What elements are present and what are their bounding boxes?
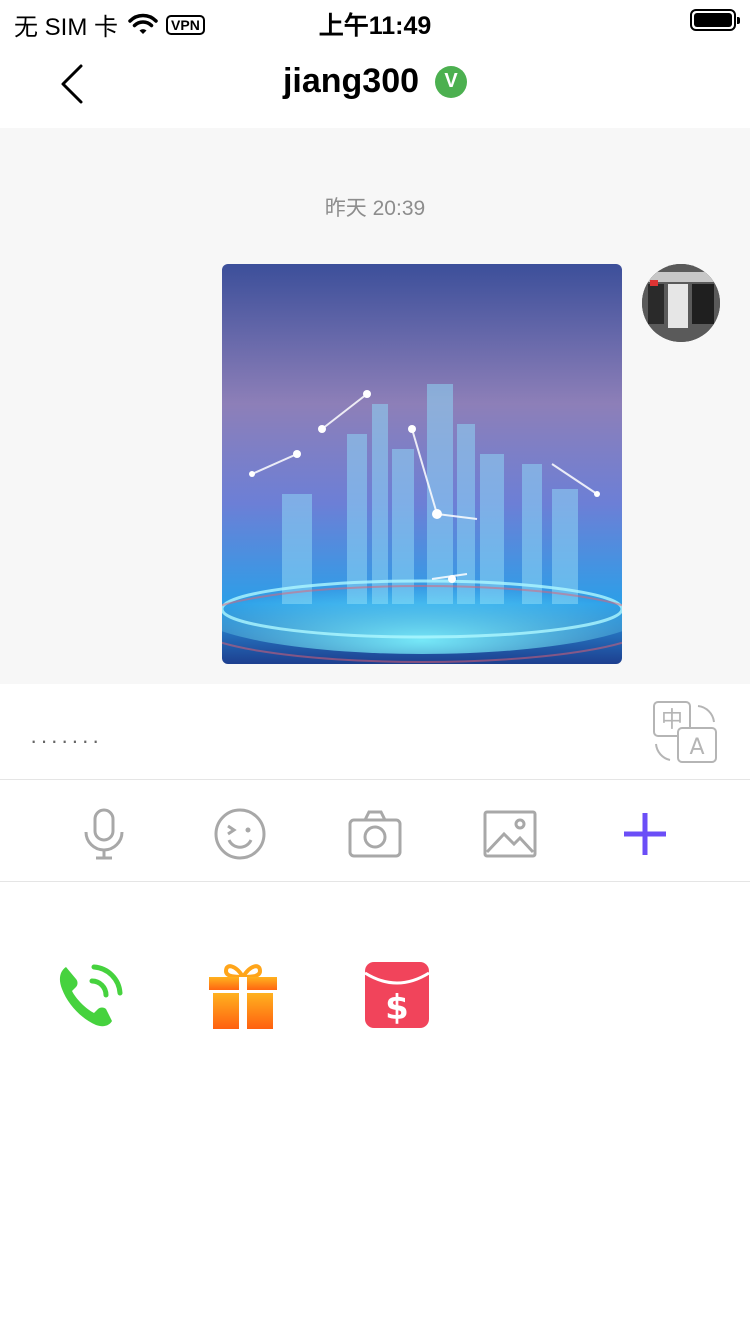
gift-icon: [209, 964, 277, 1029]
red-packet-icon: $: [364, 962, 430, 1028]
user-avatar[interactable]: [642, 264, 720, 342]
red-packet-button[interactable]: $: [360, 959, 434, 1031]
battery-icon: [690, 9, 740, 31]
translate-label-en: A: [689, 735, 704, 760]
input-row: 中 A: [0, 684, 750, 780]
message-input[interactable]: [30, 724, 610, 758]
emoji-icon: [214, 808, 266, 860]
voice-call-button[interactable]: [54, 959, 128, 1031]
svg-text:$: $: [385, 988, 409, 1028]
sent-image-message[interactable]: [222, 264, 622, 664]
verified-badge-icon: V: [435, 65, 468, 98]
chat-area[interactable]: 昨天 20:39: [0, 128, 750, 684]
more-button[interactable]: [617, 806, 673, 862]
album-button[interactable]: [482, 806, 538, 862]
status-bar: 无 SIM 卡 VPN 上午11:49: [0, 0, 750, 41]
plus-icon: [624, 813, 666, 855]
phone-call-icon: [59, 964, 123, 1027]
translate-label-zh: 中: [661, 708, 683, 733]
avatar-image: [642, 264, 720, 342]
message-timestamp: 昨天 20:39: [324, 197, 426, 220]
translate-icon[interactable]: 中 A: [650, 700, 720, 766]
status-time: 上午11:49: [318, 12, 432, 40]
camera-icon: [348, 810, 402, 858]
contact-name: jiang300: [282, 62, 420, 100]
emoji-button[interactable]: [212, 806, 268, 862]
input-toolbar: [0, 781, 750, 882]
nav-title: jiang300 V: [0, 62, 750, 101]
gift-button[interactable]: [206, 959, 280, 1031]
voice-button[interactable]: [76, 806, 132, 862]
nav-bar: jiang300 V: [0, 40, 750, 128]
microphone-icon: [84, 808, 124, 860]
image-icon: [483, 810, 537, 858]
camera-button[interactable]: [347, 806, 403, 862]
city-network-image: [222, 264, 622, 664]
more-panel: $: [0, 883, 750, 1334]
